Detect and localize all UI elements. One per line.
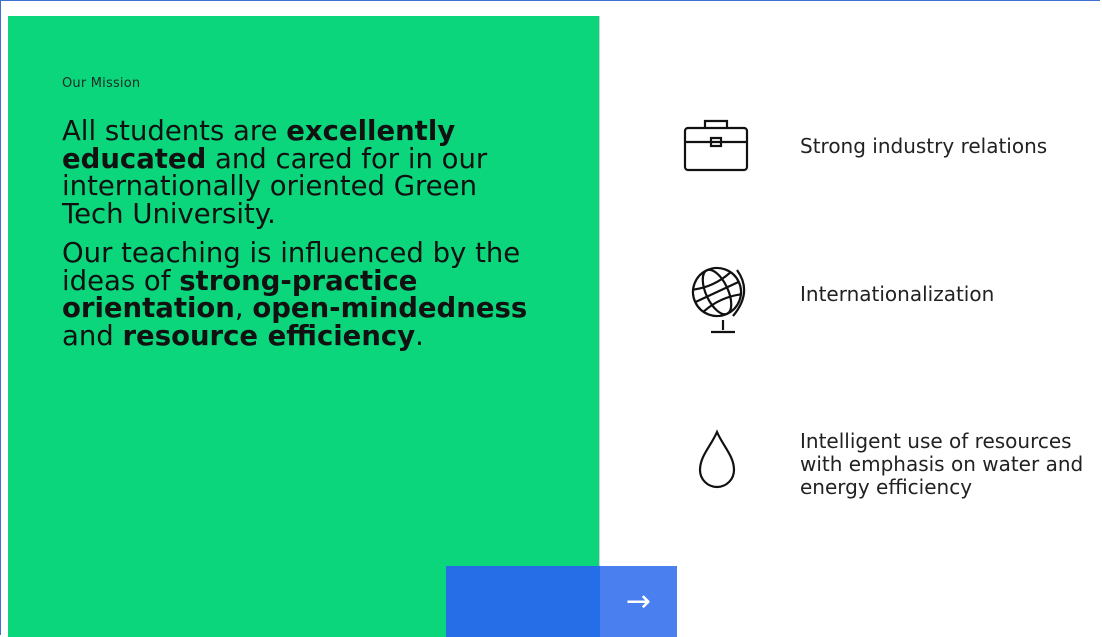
mission-paragraph-1: All students are excellently educated an…: [62, 115, 488, 230]
accent-block: [446, 566, 600, 637]
feature-item-resources: Intelligent use of resources with emphas…: [683, 428, 1093, 499]
briefcase-icon: [683, 112, 751, 180]
next-arrow-button[interactable]: →: [600, 566, 677, 637]
mission-paragraph-2: Our teaching is influenced by the ideas …: [62, 237, 528, 352]
emphasis-text: resource efficiency: [122, 319, 416, 352]
water-drop-icon: [683, 428, 751, 496]
panel-divider: [599, 16, 600, 637]
feature-label: Intelligent use of resources with emphas…: [800, 429, 1084, 499]
feature-item-internationalization: Internationalization: [683, 260, 1093, 334]
feature-item-industry: Strong industry relations: [683, 112, 1093, 180]
feature-label: Strong industry relations: [800, 133, 1048, 158]
arrow-right-icon: →: [625, 584, 652, 619]
section-label: Our Mission: [62, 76, 141, 91]
feature-label: Internationalization: [800, 281, 995, 306]
globe-icon: [683, 260, 751, 334]
mission-statement: All students are excellently educated an…: [62, 115, 542, 362]
